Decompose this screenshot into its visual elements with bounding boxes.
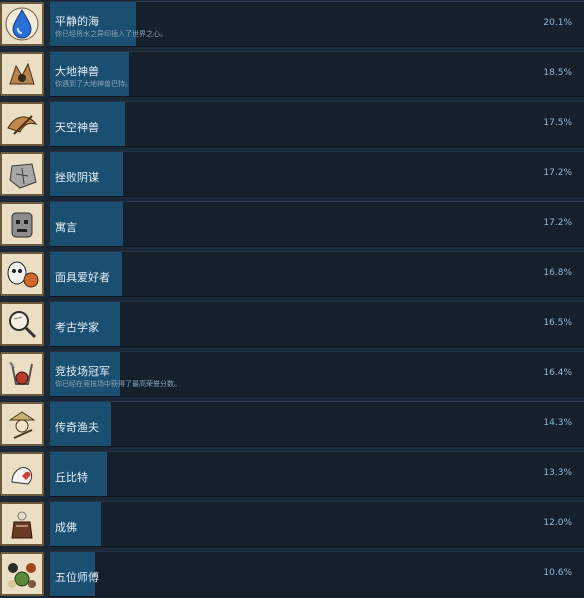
achievement-row[interactable]: 成佛 12.0% [0, 500, 584, 548]
progress-track: 五位师傅 10.6% [50, 551, 584, 597]
mask-icon [0, 252, 44, 296]
unlock-percentage: 10.6% [543, 568, 572, 578]
achievement-row[interactable]: 大地神兽你遇到了大地神兽巴特。 18.5% [0, 50, 584, 98]
achievement-list: 平静的海你已经将水之异印插入了世界之心。 20.1% 大地神兽你遇到了大地神兽巴特。… [0, 0, 584, 597]
magnifier-icon [0, 302, 44, 346]
achievement-title: 天空神兽 [55, 121, 99, 134]
achievement-title: 考古学家 [55, 321, 99, 334]
unlock-percentage: 14.3% [543, 418, 572, 428]
achievement-title: 成佛 [55, 521, 77, 534]
water-drop-icon [0, 2, 44, 46]
progress-track: 平静的海你已经将水之异印插入了世界之心。 20.1% [50, 1, 584, 47]
achievement-row[interactable]: 五位师傅 10.6% [0, 550, 584, 598]
fisherman-icon [0, 402, 44, 446]
unlock-percentage: 16.4% [543, 368, 572, 378]
achievement-row[interactable]: 天空神兽 17.5% [0, 100, 584, 148]
unlock-percentage: 17.2% [543, 168, 572, 178]
shattered-stone-icon [0, 152, 44, 196]
achievement-title: 五位师傅 [55, 571, 99, 584]
achievement-title: 面具爱好者 [55, 271, 110, 284]
progress-track: 竞技场冠军你已经在竞技场中获得了最高荣誉分数。 16.4% [50, 351, 584, 397]
cupid-icon [0, 452, 44, 496]
achievement-title: 大地神兽 [55, 65, 99, 78]
progress-track: 面具爱好者 16.8% [50, 251, 584, 297]
achievement-title: 丘比特 [55, 471, 88, 484]
stone-golem-icon [0, 202, 44, 246]
achievement-title: 竞技场冠军 [55, 365, 110, 378]
achievement-title: 挫败阴谋 [55, 171, 99, 184]
earth-beast-icon [0, 52, 44, 96]
arena-champion-icon [0, 352, 44, 396]
achievement-title: 平静的海 [55, 15, 99, 28]
sky-beast-icon [0, 102, 44, 146]
achievement-description: 你已经在竞技场中获得了最高荣誉分数。 [55, 380, 181, 388]
achievement-row[interactable]: 竞技场冠军你已经在竞技场中获得了最高荣誉分数。 16.4% [0, 350, 584, 398]
achievement-row[interactable]: 面具爱好者 16.8% [0, 250, 584, 298]
progress-track: 挫败阴谋 17.2% [50, 151, 584, 197]
achievement-row[interactable]: 传奇渔夫 14.3% [0, 400, 584, 448]
unlock-percentage: 17.2% [543, 218, 572, 228]
progress-track: 丘比特 13.3% [50, 451, 584, 497]
monk-icon [0, 502, 44, 546]
achievement-description: 你已经将水之异印插入了世界之心。 [55, 30, 167, 38]
unlock-percentage: 17.5% [543, 118, 572, 128]
unlock-percentage: 18.5% [543, 68, 572, 78]
achievement-row[interactable]: 挫败阴谋 17.2% [0, 150, 584, 198]
five-masters-icon [0, 552, 44, 596]
progress-track: 寓言 17.2% [50, 201, 584, 247]
progress-track: 大地神兽你遇到了大地神兽巴特。 18.5% [50, 51, 584, 97]
achievement-row[interactable]: 丘比特 13.3% [0, 450, 584, 498]
progress-track: 考古学家 16.5% [50, 301, 584, 347]
progress-track: 成佛 12.0% [50, 501, 584, 547]
achievement-row[interactable]: 考古学家 16.5% [0, 300, 584, 348]
achievement-row[interactable]: 平静的海你已经将水之异印插入了世界之心。 20.1% [0, 0, 584, 48]
progress-track: 天空神兽 17.5% [50, 101, 584, 147]
unlock-percentage: 20.1% [543, 18, 572, 28]
unlock-percentage: 13.3% [543, 468, 572, 478]
achievement-title: 寓言 [55, 221, 77, 234]
achievement-description: 你遇到了大地神兽巴特。 [55, 80, 132, 88]
unlock-percentage: 16.5% [543, 318, 572, 328]
achievement-title: 传奇渔夫 [55, 421, 99, 434]
unlock-percentage: 12.0% [543, 518, 572, 528]
unlock-percentage: 16.8% [543, 268, 572, 278]
achievement-row[interactable]: 寓言 17.2% [0, 200, 584, 248]
progress-track: 传奇渔夫 14.3% [50, 401, 584, 447]
